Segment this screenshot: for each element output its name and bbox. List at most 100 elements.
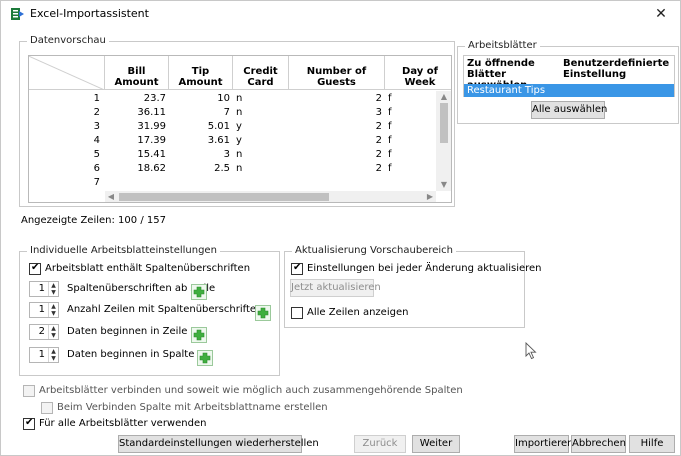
row-number: 2: [93, 107, 100, 118]
scroll-up-icon[interactable]: ▲: [436, 91, 451, 103]
vertical-scrollbar[interactable]: ▲ ▼: [436, 91, 451, 191]
scroll-down-icon[interactable]: ▼: [436, 179, 451, 191]
table-row: 7: [29, 176, 435, 189]
column-header-credit-card[interactable]: Credit Card: [233, 56, 289, 90]
scroll-left-icon[interactable]: ◀: [105, 191, 117, 202]
header-row-stepper[interactable]: 1 ▲ ▼: [29, 281, 59, 297]
use-for-all-label: Für alle Arbeitsblätter verwenden: [39, 418, 207, 429]
data-row-label: Daten beginnen in Zeile: [67, 326, 188, 337]
table-cell: 36.11: [137, 107, 166, 118]
table-cell: n: [236, 107, 243, 118]
show-all-rows-label: Alle Zeilen anzeigen: [307, 307, 409, 318]
table-cell: 2: [375, 135, 382, 146]
table-cell: 31.99: [137, 121, 166, 132]
excel-import-app-icon: [11, 8, 24, 20]
merge-column-label: Beim Verbinden Spalte mit Arbeitsblattna…: [57, 402, 328, 413]
horizontal-scroll-thumb[interactable]: [119, 193, 329, 201]
column-header-bill-amount[interactable]: Bill Amount: [105, 56, 169, 90]
header-row-value: 1: [38, 283, 45, 294]
stepper-arrows-icon[interactable]: ▲ ▼: [48, 282, 58, 296]
help-button[interactable]: Hilfe: [629, 435, 675, 453]
update-now-button[interactable]: Jetzt aktualisieren: [290, 279, 381, 297]
merge-sheets-label: Arbeitsblätter verbinden und soweit wie …: [39, 385, 463, 396]
table-cell: f: [388, 149, 392, 160]
table-cell: 2: [375, 149, 382, 160]
plus-icon[interactable]: [255, 305, 271, 321]
table-cell: f: [388, 121, 392, 132]
table-cell: f: [388, 135, 392, 146]
table-cell: 2: [375, 121, 382, 132]
sheets-table: Zu öffnende Blätter auswählen Benutzerde…: [463, 55, 675, 97]
has-headers-label: Arbeitsblatt enthält Spaltenüberschrifte…: [45, 263, 251, 274]
table-row: 2 36.11 7 n 3 f: [29, 106, 435, 119]
data-preview-table[interactable]: Bill Amount Tip Amount Credit Card Numbe…: [28, 55, 452, 203]
table-cell: f: [388, 107, 392, 118]
sheets-legend: Arbeitsblätter: [465, 40, 540, 52]
column-header-number-of-guests[interactable]: Number of Guests: [289, 56, 385, 90]
cancel-button[interactable]: Abbrechen: [571, 435, 626, 453]
row-number: 4: [93, 135, 100, 146]
data-column-label: Daten beginnen in Spalte: [67, 349, 195, 360]
table-cell: 5.01: [207, 121, 230, 132]
data-preview-legend: Datenvorschau: [27, 35, 109, 47]
stepper-arrows-icon[interactable]: ▲ ▼: [48, 303, 58, 317]
plus-icon[interactable]: [191, 327, 207, 343]
data-column-stepper[interactable]: 1 ▲ ▼: [29, 347, 59, 363]
data-row-value: 2: [38, 326, 45, 337]
header-count-label: Anzahl Zeilen mit Spaltenüberschriften: [67, 304, 263, 315]
table-cell: 15.41: [137, 149, 166, 160]
table-cell: 7: [223, 107, 230, 118]
table-cell: 2: [375, 93, 382, 104]
restore-defaults-button[interactable]: Standardeinstellungen wiederherstellen: [118, 435, 319, 453]
column-header-day-of-week[interactable]: Day of Week: [385, 56, 451, 90]
table-cell: 10: [217, 93, 230, 104]
sheet-item-restaurant-tips[interactable]: Restaurant Tips: [464, 84, 674, 97]
select-all-button[interactable]: Alle auswählen: [531, 101, 607, 119]
next-button[interactable]: Weiter: [412, 435, 460, 453]
scroll-right-icon[interactable]: ▶: [424, 191, 436, 202]
table-row: 4 17.39 3.61 y 2 f: [29, 134, 435, 147]
use-for-all-checkbox[interactable]: [23, 417, 35, 430]
title-bar: Excel-Importassistent ✕: [1, 1, 680, 27]
show-all-rows-checkbox[interactable]: [291, 307, 303, 319]
stepper-arrows-icon[interactable]: ▲ ▼: [48, 325, 58, 339]
table-row: 5 15.41 3 n 2 f: [29, 148, 435, 161]
vertical-scroll-thumb[interactable]: [440, 103, 448, 143]
plus-icon[interactable]: [191, 284, 207, 300]
close-icon[interactable]: ✕: [650, 4, 672, 24]
table-cell: 3: [375, 107, 382, 118]
table-cell: 2.5: [214, 163, 230, 174]
auto-update-checkbox[interactable]: [291, 262, 303, 275]
merge-column-checkbox[interactable]: [41, 402, 53, 414]
table-cell: n: [236, 163, 243, 174]
table-corner: [29, 56, 105, 90]
table-cell: 3: [223, 149, 230, 160]
table-cell: y: [236, 121, 242, 132]
table-cell: n: [236, 149, 243, 160]
row-number: 3: [93, 121, 100, 132]
merge-sheets-checkbox[interactable]: [23, 385, 35, 397]
mouse-cursor-icon: [525, 342, 537, 360]
excel-import-dialog: Excel-Importassistent ✕ Datenvorschau Bi…: [0, 0, 681, 456]
table-row: 3 31.99 5.01 y 2 f: [29, 120, 435, 133]
data-column-value: 1: [38, 349, 45, 360]
row-number: 5: [93, 149, 100, 160]
window-title: Excel-Importassistent: [30, 7, 149, 20]
data-row-stepper[interactable]: 2 ▲ ▼: [29, 324, 59, 340]
table-header: Bill Amount Tip Amount Credit Card Numbe…: [29, 56, 451, 90]
table-cell: n: [236, 93, 243, 104]
row-number: 6: [93, 163, 100, 174]
auto-update-label: Einstellungen bei jeder Änderung aktuali…: [307, 263, 542, 274]
has-headers-checkbox[interactable]: [29, 262, 41, 275]
table-cell: f: [388, 163, 392, 174]
plus-icon[interactable]: [197, 350, 213, 366]
table-row: 1 23.7 10 n 2 f: [29, 92, 435, 105]
preview-refresh-legend: Aktualisierung Vorschaubereich: [292, 245, 456, 257]
shown-rows-count: Angezeigte Zeilen: 100 / 157: [21, 215, 166, 226]
header-count-stepper[interactable]: 1 ▲ ▼: [29, 302, 59, 318]
back-button[interactable]: Zurück: [354, 435, 406, 453]
import-button[interactable]: Importieren: [514, 435, 574, 453]
column-header-tip-amount[interactable]: Tip Amount: [169, 56, 233, 90]
horizontal-scrollbar[interactable]: ◀ ▶: [105, 191, 436, 202]
stepper-arrows-icon[interactable]: ▲ ▼: [48, 348, 58, 362]
